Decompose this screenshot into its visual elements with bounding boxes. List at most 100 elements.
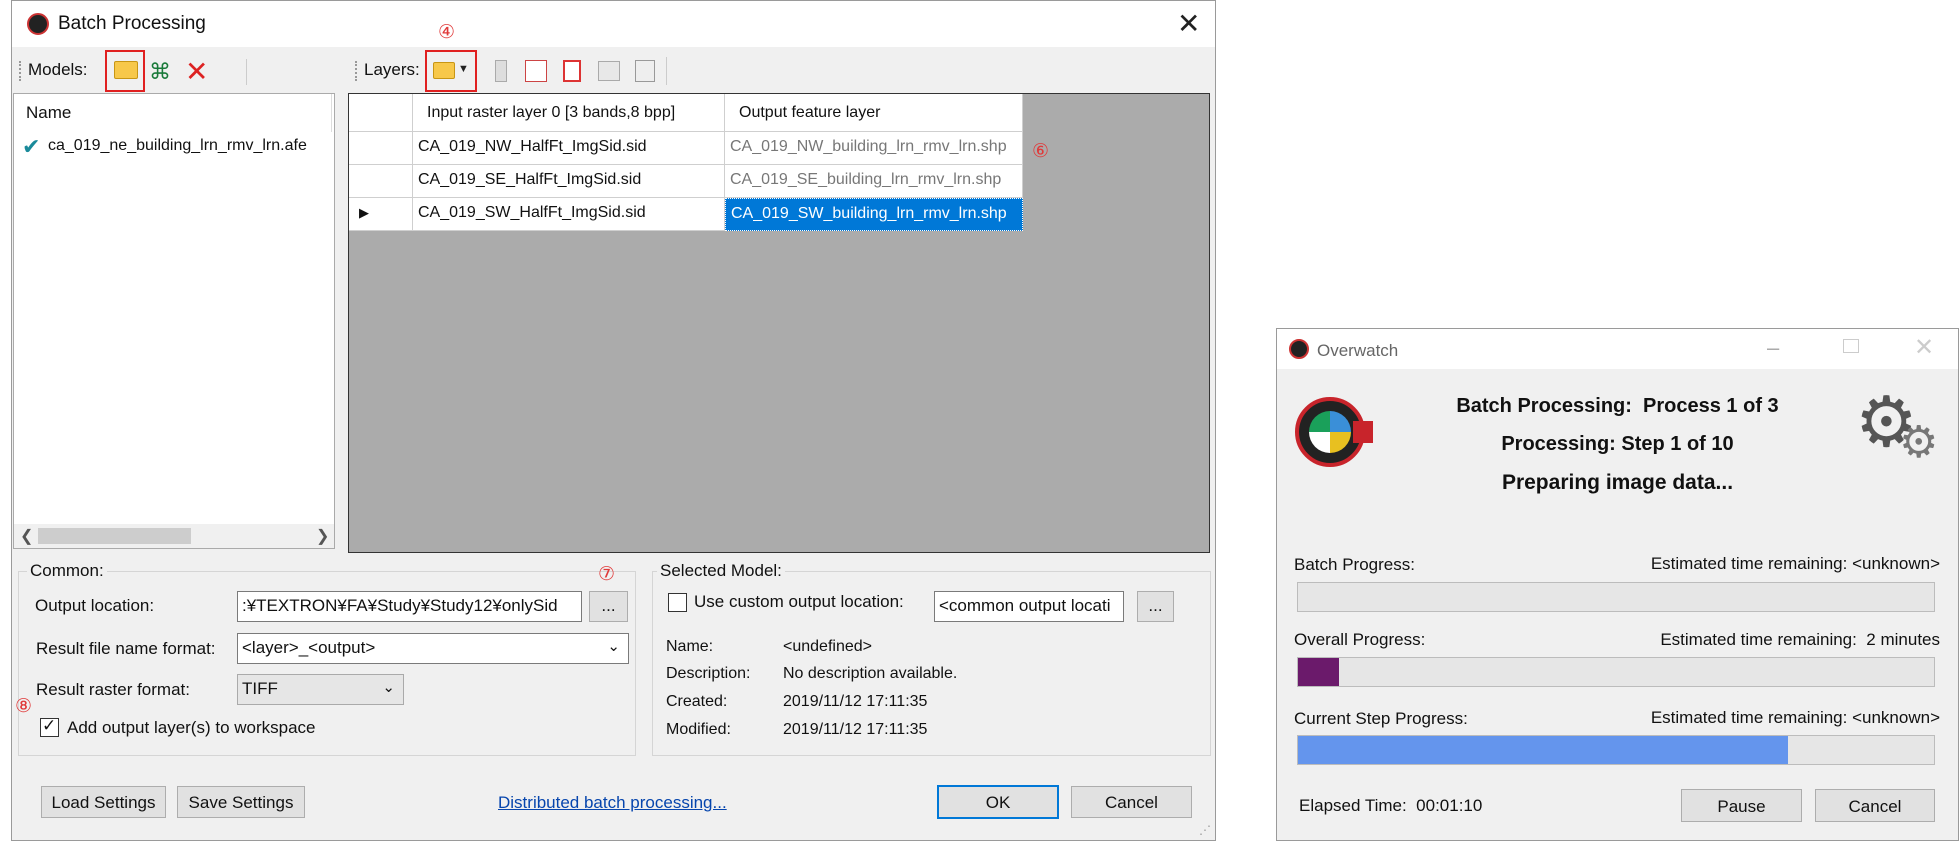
move-right-icon[interactable] [598,61,620,81]
grid-cell-input[interactable]: CA_019_SE_HalfFt_ImgSid.sid [413,165,725,198]
layers-toolbar: Layers: ▼ [348,51,708,91]
models-toolbar: Models: ⌘ ✕ [12,51,342,91]
overall-progress-label: Overall Progress: [1294,630,1426,649]
checkmark-icon: ✔ [22,134,41,159]
scroll-right-icon[interactable]: ❯ [316,526,329,546]
toolbar-separator [246,59,247,85]
horizontal-scrollbar[interactable]: ❮ ❯ [14,524,334,548]
step-progress-fill [1298,736,1788,764]
toolbar-grip [19,61,21,81]
model-description-value: No description available. [783,665,958,682]
annotation-8: ⑧ [15,696,33,717]
batch-progress-bar [1297,582,1935,612]
row-header[interactable] [349,132,413,165]
step-eta: Estimated time remaining: <unknown> [1650,708,1940,727]
overall-progress-bar [1297,657,1935,687]
overall-progress-fill [1298,658,1340,686]
grid-cell-output[interactable]: CA_019_SE_building_lrn_rmv_lrn.shp [725,165,1023,198]
add-output-checkbox[interactable]: ✓ [40,716,59,737]
column-divider [331,94,332,132]
pause-button[interactable]: Pause [1681,789,1802,822]
status-line-3: Preparing image data... [1501,471,1734,494]
maximize-icon[interactable] [1843,339,1859,353]
scrollbar-thumb[interactable] [38,528,191,544]
resize-grip-icon[interactable]: ⋰ [1199,823,1211,837]
raster-format-label: Result raster format: [36,680,190,699]
overwatch-title-bar: Overwatch – ✕ [1277,329,1958,369]
name-format-value: <layer>_<output> [242,638,376,657]
model-tree-icon[interactable]: ⌘ [149,59,171,85]
clear-table-icon[interactable] [635,60,655,82]
close-icon[interactable]: ✕ [1914,333,1934,362]
model-item-label: ca_019_ne_building_lrn_rmv_lrn.afe [48,137,307,154]
grid-cell-input[interactable]: CA_019_SW_HalfFt_ImgSid.sid [413,198,725,231]
annotation-6: ⑥ [1032,141,1050,162]
step-progress-bar [1297,735,1935,765]
custom-output-input[interactable]: <common output locati [934,591,1124,622]
grid-cell-output-selected[interactable]: CA_019_SW_building_lrn_rmv_lrn.shp [725,198,1023,231]
batch-processing-window: Batch Processing ✕ Models: ⌘ ✕ ③ Name ✔ … [11,0,1216,841]
model-created-label: Created: [666,693,728,710]
raster-format-value: TIFF [242,679,278,698]
elapsed-time: Elapsed Time: 00:01:10 [1299,796,1483,815]
status-line-2: Processing: Step 1 of 10 [1501,433,1734,455]
overwatch-cancel-button[interactable]: Cancel [1815,789,1935,822]
grid-cell-output[interactable]: CA_019_NW_building_lrn_rmv_lrn.shp [725,132,1023,165]
layers-label: Layers: [364,60,420,79]
cancel-button[interactable]: Cancel [1071,786,1192,818]
row-header[interactable] [349,165,413,198]
row-header-current[interactable]: ▶ [349,198,413,231]
title-bar: Batch Processing ✕ [12,1,1215,47]
model-modified-label: Modified: [666,721,731,738]
overwatch-window: Overwatch – ✕ ⚙ ⚙ Batch Processing: Proc… [1276,328,1959,841]
output-location-label: Output location: [35,596,155,615]
distributed-batch-link[interactable]: Distributed batch processing... [498,793,727,813]
model-description-label: Description: [666,665,751,682]
custom-output-label: Use custom output location: [694,592,904,611]
annotation-4: ④ [438,22,456,43]
model-list-item[interactable]: ✔ ca_019_ne_building_lrn_rmv_lrn.afe [20,134,330,160]
annotation-7: ⑦ [598,564,616,585]
batch-progress-label: Batch Progress: [1294,555,1415,574]
custom-output-browse-button[interactable]: ... [1137,591,1174,622]
minimize-icon[interactable]: – [1767,335,1779,361]
ok-button[interactable]: OK [937,785,1059,819]
annotation-box-4 [425,50,477,92]
custom-output-checkbox[interactable] [668,593,687,612]
current-row-arrow-icon: ▶ [359,205,369,220]
output-location-browse-button[interactable]: ... [589,591,628,622]
close-icon[interactable]: ✕ [1177,7,1200,40]
model-name-label: Name: [666,638,714,655]
layer-column-icon[interactable] [495,60,507,82]
model-created-value: 2019/11/12 17:11:35 [783,693,928,710]
models-label: Models: [28,60,88,79]
window-title: Batch Processing [58,13,206,34]
model-list: Name ✔ ca_019_ne_building_lrn_rmv_lrn.af… [13,93,335,549]
grid-header-input[interactable]: Input raster layer 0 [3 bands,8 bpp] [413,94,725,132]
load-settings-button[interactable]: Load Settings [41,786,166,818]
name-format-label: Result file name format: [36,639,216,658]
delete-model-icon[interactable]: ✕ [185,55,208,88]
step-progress-label: Current Step Progress: [1294,709,1468,728]
toolbar-grip [355,61,357,81]
delete-column-icon[interactable] [563,60,581,82]
grid-cell-input[interactable]: CA_019_NW_HalfFt_ImgSid.sid [413,132,725,165]
save-settings-button[interactable]: Save Settings [177,786,305,818]
add-output-label: Add output layer(s) to workspace [67,718,316,737]
overwatch-title: Overwatch [1317,341,1399,360]
delete-row-icon[interactable] [525,60,547,82]
status-line-1: Batch Processing: Process 1 of 3 [1456,395,1779,417]
chevron-down-icon[interactable]: ⌄ [382,678,395,696]
overall-eta: Estimated time remaining: 2 minutes [1660,630,1940,649]
model-name-value: <undefined> [783,638,872,655]
batch-eta: Estimated time remaining: <unknown> [1650,554,1940,573]
row-header-corner [349,94,413,132]
chevron-down-icon[interactable]: ⌄ [607,637,620,655]
scroll-left-icon[interactable]: ❮ [20,526,33,546]
model-modified-value: 2019/11/12 17:11:35 [783,721,928,738]
output-location-input[interactable]: :¥TEXTRON¥FA¥Study¥Study12¥onlySid [237,591,582,622]
name-format-input[interactable]: <layer>_<output> ⌄ [237,633,629,664]
grid-header-output[interactable]: Output feature layer [725,94,1023,132]
raster-format-select[interactable]: TIFF ⌄ [237,674,404,705]
layers-grid: Input raster layer 0 [3 bands,8 bpp] Out… [348,93,1210,553]
